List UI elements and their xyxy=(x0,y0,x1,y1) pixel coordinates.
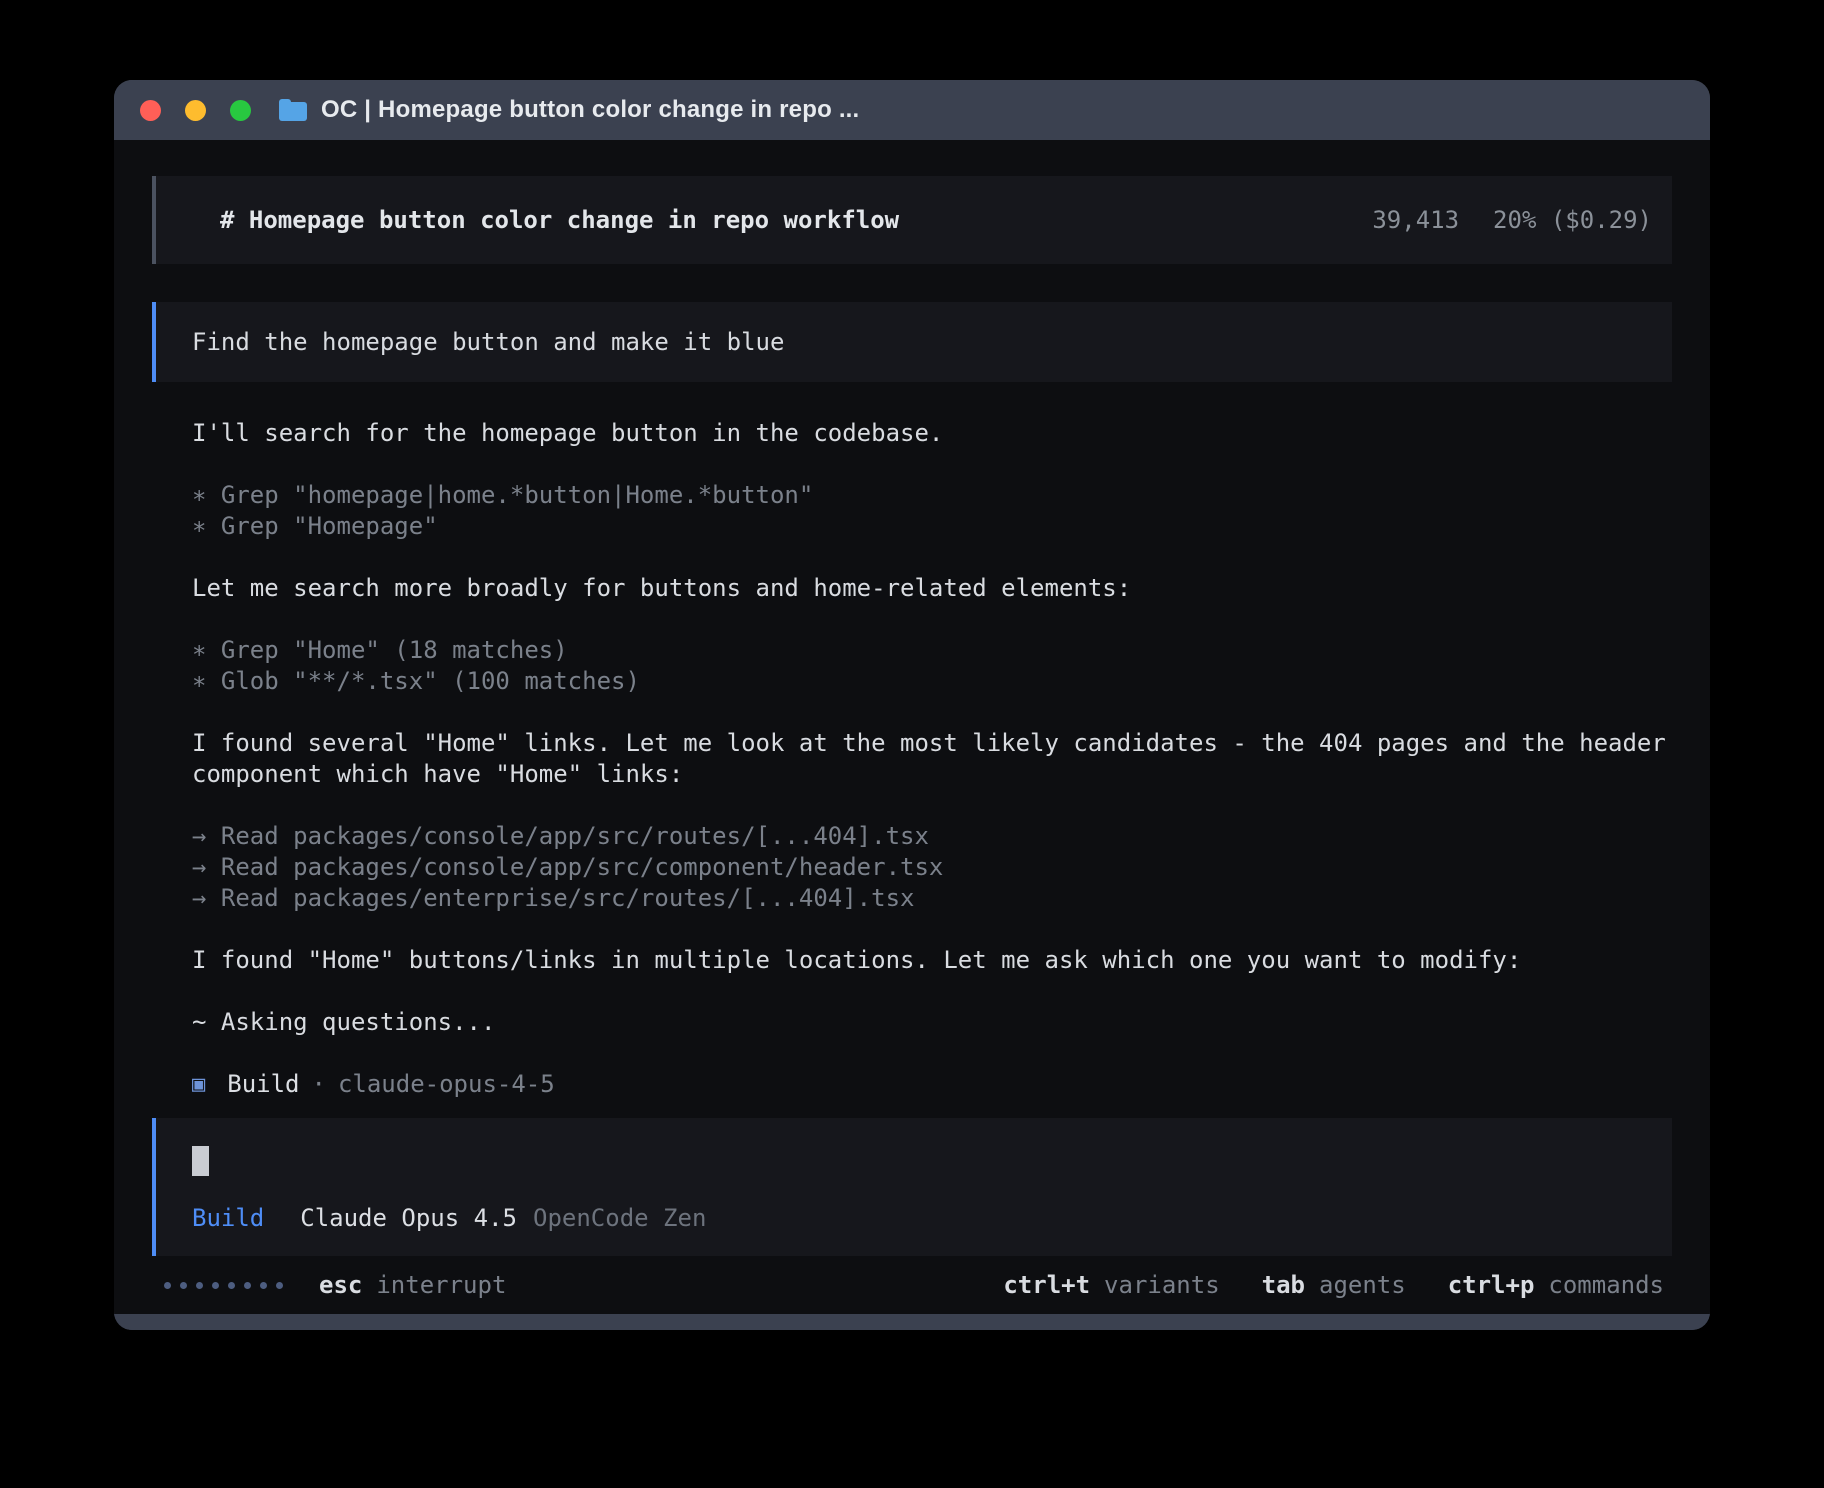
esc-action-label: interrupt xyxy=(376,1270,506,1301)
agent-icon: ▣ xyxy=(192,1069,205,1100)
tool-call-group: ∗ Grep "Home" (18 matches)∗ Glob "**/*.t… xyxy=(192,635,1670,697)
folder-icon xyxy=(279,99,307,121)
context-usage: 20% ($0.29) xyxy=(1493,206,1652,234)
traffic-lights xyxy=(140,100,251,121)
tool-call-line: ∗ Grep "Homepage" xyxy=(192,511,1670,542)
tool-call-line: → Read packages/console/app/src/routes/[… xyxy=(192,821,1670,852)
tool-call-line: ∗ Grep "Home" (18 matches) xyxy=(192,635,1670,666)
status-bar: esc interrupt ctrl+tvariantstabagentsctr… xyxy=(152,1270,1672,1301)
progress-dots xyxy=(164,1282,283,1289)
assistant-transcript: I'll search for the homepage button in t… xyxy=(192,418,1670,1100)
session-title: # Homepage button color change in repo w… xyxy=(220,206,899,234)
shortcut-label: commands xyxy=(1548,1270,1664,1301)
token-count: 39,413 xyxy=(1372,206,1459,234)
tool-call-line: ∗ Glob "**/*.tsx" (100 matches) xyxy=(192,666,1670,697)
shortcut-label: variants xyxy=(1104,1270,1220,1301)
provider-label: OpenCode Zen xyxy=(533,1204,706,1232)
agent-model-name: claude-opus-4-5 xyxy=(338,1069,555,1100)
progress-dot xyxy=(260,1282,267,1289)
separator-dot: · xyxy=(312,1069,326,1100)
session-meta: 39,413 20% ($0.29) xyxy=(1372,206,1652,234)
progress-dot xyxy=(244,1282,251,1289)
model-name-label[interactable]: Claude Opus 4.5 xyxy=(300,1204,517,1232)
close-button[interactable] xyxy=(140,100,161,121)
shortcut-label: agents xyxy=(1319,1270,1406,1301)
window-bottom-chrome xyxy=(114,1314,1710,1330)
assistant-text: Let me search more broadly for buttons a… xyxy=(192,573,1670,604)
progress-dot xyxy=(228,1282,235,1289)
text-cursor xyxy=(192,1146,209,1176)
agent-mode-label[interactable]: Build xyxy=(192,1204,264,1232)
tool-call-line: → Read packages/console/app/src/componen… xyxy=(192,852,1670,883)
window-title: OC | Homepage button color change in rep… xyxy=(321,96,859,124)
tool-call-line: ∗ Grep "homepage|home.*button|Home.*butt… xyxy=(192,480,1670,511)
progress-dot xyxy=(164,1282,171,1289)
progress-dot xyxy=(196,1282,203,1289)
agent-name: Build xyxy=(227,1069,299,1100)
progress-dot xyxy=(276,1282,283,1289)
tool-call-group: → Read packages/console/app/src/routes/[… xyxy=(192,821,1670,914)
terminal-window: OC | Homepage button color change in rep… xyxy=(114,80,1710,1330)
shortcut-hint: ctrl+t variants xyxy=(1003,1270,1219,1301)
agent-status-line: ▣ Build · claude-opus-4-5 xyxy=(192,1069,1670,1100)
assistant-text: I found "Home" buttons/links in multiple… xyxy=(192,945,1670,976)
minimize-button[interactable] xyxy=(185,100,206,121)
progress-dot xyxy=(212,1282,219,1289)
assistant-text: I'll search for the homepage button in t… xyxy=(192,418,1670,449)
progress-dot xyxy=(180,1282,187,1289)
esc-key-hint: esc xyxy=(319,1270,362,1301)
prompt-input[interactable]: Build Claude Opus 4.5 OpenCode Zen xyxy=(152,1118,1672,1256)
input-footer: Build Claude Opus 4.5 OpenCode Zen xyxy=(192,1204,1652,1232)
window-titlebar: OC | Homepage button color change in rep… xyxy=(114,80,1710,140)
session-header: # Homepage button color change in repo w… xyxy=(152,176,1672,264)
zoom-button[interactable] xyxy=(230,100,251,121)
user-message-text: Find the homepage button and make it blu… xyxy=(192,328,784,356)
shortcut-key: tab xyxy=(1262,1270,1305,1301)
shortcut-key: ctrl+p xyxy=(1448,1270,1535,1301)
terminal-content: # Homepage button color change in repo w… xyxy=(114,140,1710,1314)
tool-call-group: ∗ Grep "homepage|home.*button|Home.*butt… xyxy=(192,480,1670,542)
assistant-text: ~ Asking questions... xyxy=(192,1007,1670,1038)
shortcut-key: ctrl+t xyxy=(1003,1270,1090,1301)
status-left: esc interrupt xyxy=(164,1270,506,1301)
tool-call-line: → Read packages/enterprise/src/routes/[.… xyxy=(192,883,1670,914)
status-shortcuts: ctrl+t variants tab agents ctrl+p commands xyxy=(1003,1270,1664,1301)
shortcut-hint: ctrl+p commands xyxy=(1448,1270,1664,1301)
assistant-text: I found several "Home" links. Let me loo… xyxy=(192,728,1670,790)
user-message: Find the homepage button and make it blu… xyxy=(152,302,1672,382)
shortcut-hint: tab agents xyxy=(1262,1270,1406,1301)
